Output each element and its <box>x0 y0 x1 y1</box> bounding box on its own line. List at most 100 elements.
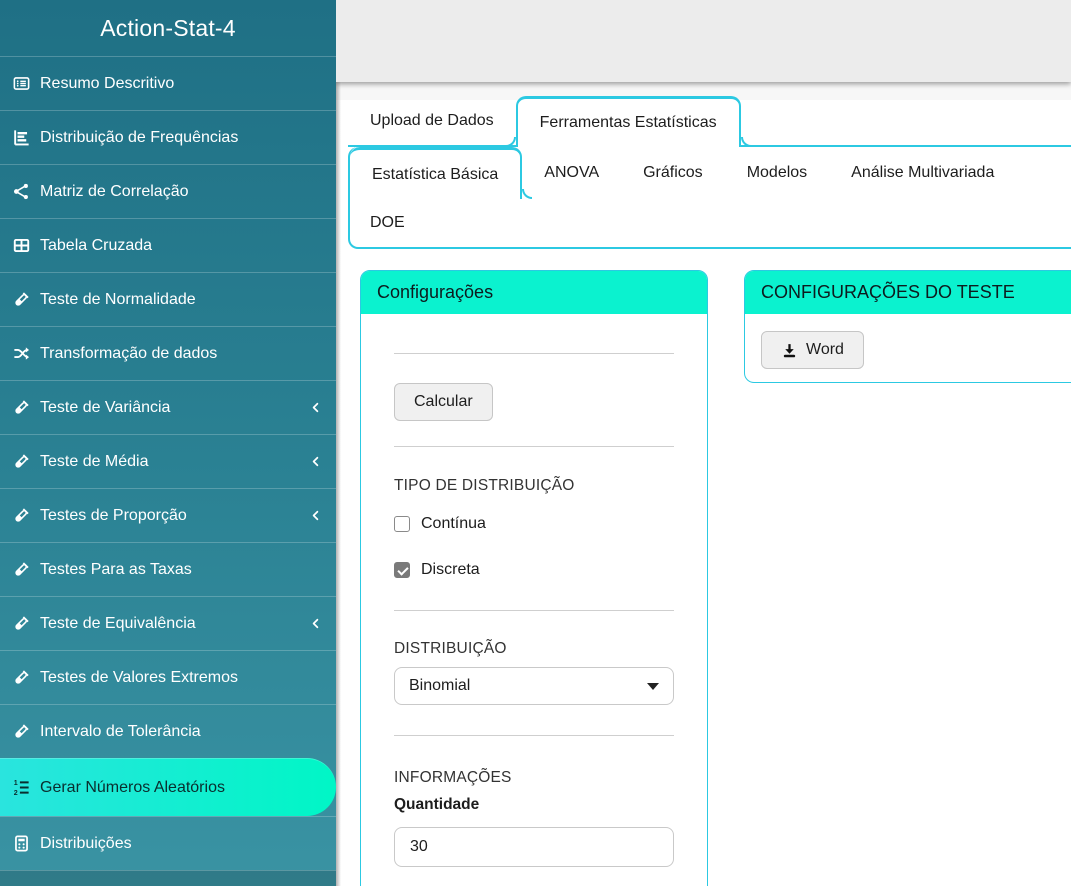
sidebar-item-resumo-descritivo[interactable]: Resumo Descritivo <box>0 56 336 110</box>
sidebar: Action-Stat-4 Resumo Descritivo Distribu… <box>0 0 336 886</box>
sidebar-item-label: Transformação de dados <box>40 345 217 363</box>
vial-icon <box>12 452 31 471</box>
shuffle-icon <box>12 344 31 363</box>
list-ol-icon <box>12 778 31 797</box>
tab-label: Ferramentas Estatísticas <box>540 114 717 131</box>
sidebar-item-intervalo-de-tolerancia[interactable]: Intervalo de Tolerância <box>0 704 336 758</box>
vial-icon <box>12 614 31 633</box>
caret-down-icon <box>647 683 659 690</box>
vial-icon <box>12 290 31 309</box>
tab-label: Upload de Dados <box>370 112 494 129</box>
primary-tab-bar: Upload de Dados Ferramentas Estatísticas <box>348 96 1071 147</box>
sidebar-item-label: Teste de Normalidade <box>40 291 196 309</box>
app-title: Action-Stat-4 <box>0 0 336 56</box>
sidebar-item-label: Testes de Valores Extremos <box>40 669 238 687</box>
discreta-label: Discreta <box>421 561 480 579</box>
calculate-button-label: Calcular <box>414 393 473 411</box>
sidebar-item-matriz-de-correlacao[interactable]: Matriz de Correlação <box>0 164 336 218</box>
sidebar-item-testes-de-valores-extremos[interactable]: Testes de Valores Extremos <box>0 650 336 704</box>
top-header-bar <box>336 0 1071 82</box>
checkbox-row-discreta: Discreta <box>394 561 674 579</box>
sidebar-next-item-partial <box>0 870 336 886</box>
sidebar-item-teste-de-normalidade[interactable]: Teste de Normalidade <box>0 272 336 326</box>
chevron-left-icon <box>309 616 322 631</box>
continua-checkbox[interactable] <box>394 516 410 532</box>
sidebar-item-label: Distribuição de Frequências <box>40 129 238 147</box>
tab-estatistica-basica[interactable]: Estatística Básica <box>350 147 522 199</box>
vial-icon <box>12 398 31 417</box>
sidebar-item-label: Matriz de Correlação <box>40 183 189 201</box>
continua-label: Contínua <box>421 515 486 533</box>
sidebar-item-distribuicao-de-frequencias[interactable]: Distribuição de Frequências <box>0 110 336 164</box>
vial-icon <box>12 722 31 741</box>
secondary-tab-bar: Estatística Básica ANOVA Gráficos Modelo… <box>348 147 1071 249</box>
divider <box>394 446 674 447</box>
sidebar-item-label: Gerar Números Aleatórios <box>40 779 225 797</box>
chevron-left-icon <box>309 508 322 523</box>
frequency-chart-icon <box>12 128 31 147</box>
sidebar-item-label: Teste de Equivalência <box>40 615 196 633</box>
config-panel-header: Configurações <box>361 271 707 314</box>
sidebar-item-label: Intervalo de Tolerância <box>40 723 201 741</box>
distribution-heading: DISTRIBUIÇÃO <box>394 640 674 658</box>
discreta-checkbox[interactable] <box>394 562 410 578</box>
sidebar-item-label: Tabela Cruzada <box>40 237 152 255</box>
sidebar-item-label: Distribuições <box>40 835 132 853</box>
tab-doe[interactable]: DOE <box>350 199 425 247</box>
divider <box>394 735 674 736</box>
tab-analise-multivariada[interactable]: Análise Multivariada <box>829 147 1016 199</box>
test-config-panel-body: Word <box>745 314 1071 386</box>
sidebar-item-transformacao-de-dados[interactable]: Transformação de dados <box>0 326 336 380</box>
tab-label: Estatística Básica <box>372 166 498 184</box>
vial-icon <box>12 506 31 525</box>
info-heading: INFORMAÇÕES <box>394 769 674 787</box>
tab-flare <box>506 137 516 147</box>
download-icon <box>781 342 798 359</box>
quantity-input[interactable] <box>394 827 674 867</box>
tab-ferramentas-estatisticas[interactable]: Ferramentas Estatísticas <box>516 96 741 147</box>
tab-label: Análise Multivariada <box>851 164 994 182</box>
test-config-panel: CONFIGURAÇÕES DO TESTE Word <box>744 270 1071 383</box>
sidebar-item-testes-para-as-taxas[interactable]: Testes Para as Taxas <box>0 542 336 596</box>
word-button-label: Word <box>806 341 844 359</box>
distribution-select[interactable]: Binomial <box>394 667 674 705</box>
list-alt-icon <box>12 74 31 93</box>
vial-icon <box>12 668 31 687</box>
sidebar-item-distribuicoes[interactable]: Distribuições <box>0 816 336 870</box>
sidebar-item-tabela-cruzada[interactable]: Tabela Cruzada <box>0 218 336 272</box>
distribution-select-value: Binomial <box>409 677 470 695</box>
quantity-label: Quantidade <box>394 796 674 814</box>
sidebar-item-label: Testes de Proporção <box>40 507 187 525</box>
word-export-button[interactable]: Word <box>761 331 864 369</box>
tab-graficos[interactable]: Gráficos <box>621 147 725 199</box>
network-icon <box>12 182 31 201</box>
sidebar-item-gerar-numeros-aleatorios[interactable]: Gerar Números Aleatórios <box>0 758 336 816</box>
tab-label: Gráficos <box>643 164 703 182</box>
config-panel-body: Calcular TIPO DE DISTRIBUIÇÃO Contínua D… <box>361 353 707 867</box>
test-config-panel-header: CONFIGURAÇÕES DO TESTE <box>745 271 1071 314</box>
config-panel: Configurações Calcular TIPO DE DISTRIBUI… <box>360 270 708 886</box>
sidebar-item-teste-de-media[interactable]: Teste de Média <box>0 434 336 488</box>
sidebar-item-label: Testes Para as Taxas <box>40 561 192 579</box>
chevron-left-icon <box>309 454 322 469</box>
tab-label: Modelos <box>747 164 807 182</box>
sidebar-item-teste-de-variancia[interactable]: Teste de Variância <box>0 380 336 434</box>
content-body: Upload de Dados Ferramentas Estatísticas… <box>336 82 1071 886</box>
tab-label: DOE <box>370 214 405 232</box>
distribution-type-heading: TIPO DE DISTRIBUIÇÃO <box>394 477 674 495</box>
calculate-button[interactable]: Calcular <box>394 383 493 421</box>
chevron-left-icon <box>309 400 322 415</box>
sidebar-item-teste-de-equivalencia[interactable]: Teste de Equivalência <box>0 596 336 650</box>
sidebar-item-testes-de-proporcao[interactable]: Testes de Proporção <box>0 488 336 542</box>
main-content: Upload de Dados Ferramentas Estatísticas… <box>336 0 1071 886</box>
sidebar-item-label: Resumo Descritivo <box>40 75 174 93</box>
sidebar-item-label: Teste de Variância <box>40 399 170 417</box>
tab-anova[interactable]: ANOVA <box>522 147 621 199</box>
divider <box>394 610 674 611</box>
tab-upload-de-dados[interactable]: Upload de Dados <box>348 97 516 145</box>
checkbox-row-continua: Contínua <box>394 515 674 533</box>
sidebar-item-label: Teste de Média <box>40 453 149 471</box>
vial-icon <box>12 560 31 579</box>
tab-modelos[interactable]: Modelos <box>725 147 829 199</box>
tab-flare <box>741 137 751 147</box>
